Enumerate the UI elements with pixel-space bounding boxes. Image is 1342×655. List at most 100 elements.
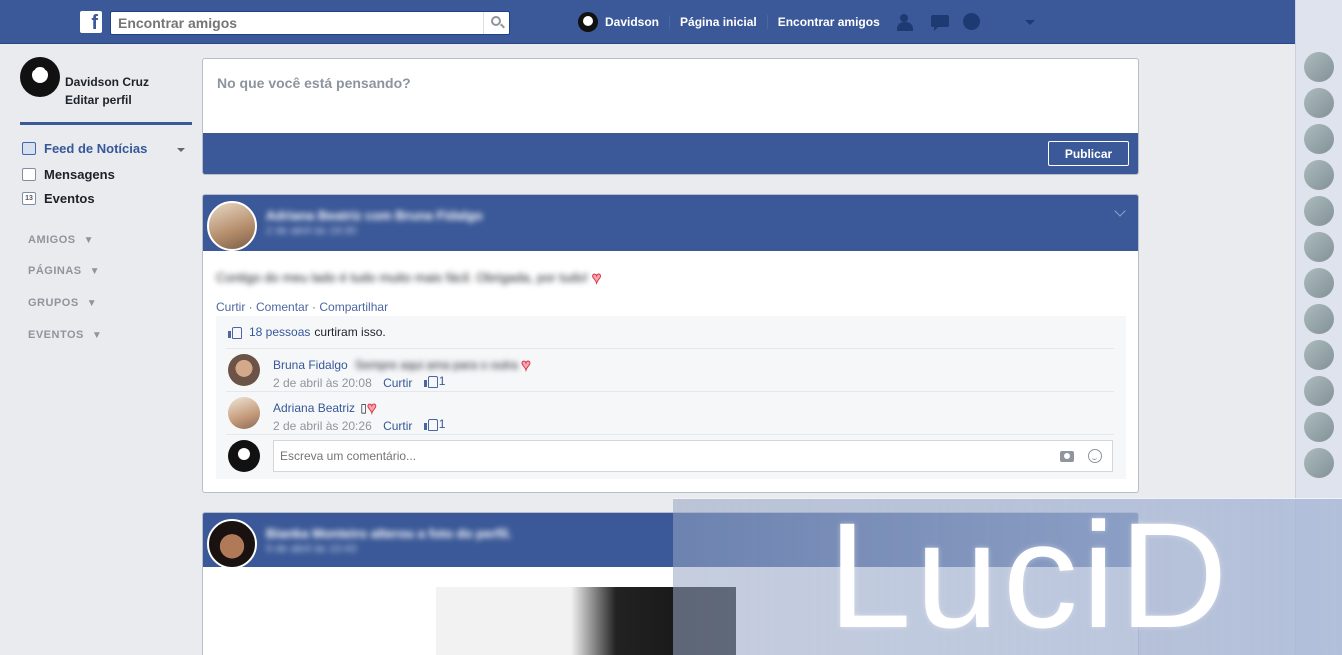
chat-contact-avatar[interactable] xyxy=(1304,268,1334,298)
likes-suffix: curtiram isso. xyxy=(314,325,386,339)
messages-icon xyxy=(22,168,36,181)
chat-contact-avatar[interactable] xyxy=(1304,340,1334,370)
thumbs-up-icon xyxy=(423,418,438,431)
profile-avatar[interactable] xyxy=(20,57,60,97)
watermark-text: LuciD xyxy=(828,491,1232,655)
sidebar-section-events[interactable]: EVENTOS ▼ xyxy=(28,329,102,341)
section-label: AMIGOS xyxy=(28,234,76,246)
friend-requests-icon[interactable] xyxy=(897,12,919,32)
comment-time[interactable]: 2 de abril às 20:08 xyxy=(273,376,372,390)
sidebar-item-label: Mensagens xyxy=(44,167,115,182)
comment-field xyxy=(273,440,1113,472)
news-feed-icon xyxy=(22,142,36,155)
post-author-avatar[interactable] xyxy=(207,519,257,569)
composer-toolbar: Publicar xyxy=(203,133,1138,174)
commenter-avatar[interactable] xyxy=(228,354,260,386)
account-menu-chevron-down-icon[interactable] xyxy=(1025,20,1035,25)
comment-like-link[interactable]: Curtir xyxy=(383,376,412,390)
messages-icon[interactable] xyxy=(929,12,951,32)
post-author-avatar[interactable] xyxy=(207,201,257,251)
user-avatar[interactable] xyxy=(578,12,598,32)
comment-text: ▯ xyxy=(360,401,367,415)
section-label: GRUPOS xyxy=(28,297,79,309)
commenter-avatar[interactable] xyxy=(228,397,260,429)
section-label: EVENTOS xyxy=(28,329,84,341)
commenter-name[interactable]: Bruna Fidalgo xyxy=(273,358,348,372)
sidebar-item-news-feed[interactable]: Feed de Notícias xyxy=(22,141,147,156)
post-timestamp[interactable]: 9 de abril às 10:43 xyxy=(266,543,357,555)
my-avatar[interactable] xyxy=(228,440,260,472)
sidebar-section-friends[interactable]: AMIGOS ▼ xyxy=(28,234,94,246)
heart-icon: ♥ xyxy=(521,357,531,375)
post-actions: Curtir · Comentar · Compartilhar xyxy=(216,300,388,314)
post-header: Adriana Beatriz com Bruna Fidalgo 2 de a… xyxy=(203,195,1138,251)
comment-like-link[interactable]: Curtir xyxy=(383,419,412,433)
chat-contact-avatar[interactable] xyxy=(1304,52,1334,82)
likes-count-link[interactable]: 18 pessoas xyxy=(249,325,310,339)
sidebar-item-messages[interactable]: Mensagens xyxy=(22,167,115,182)
comment-input[interactable] xyxy=(274,441,1034,471)
separator: · xyxy=(308,300,320,314)
chat-contact-avatar[interactable] xyxy=(1304,412,1334,442)
likes-summary: 18 pessoas curtiram isso. xyxy=(228,325,386,339)
sidebar-section-groups[interactable]: GRUPOS ▼ xyxy=(28,297,97,309)
post-author-name[interactable]: Adriana Beatriz com Bruna Fidalgo xyxy=(266,208,483,223)
composer-input[interactable]: No que você está pensando? xyxy=(217,75,411,91)
home-link[interactable]: Página inicial xyxy=(680,15,757,29)
chat-contact-avatar[interactable] xyxy=(1304,88,1334,118)
chat-contact-avatar[interactable] xyxy=(1304,160,1334,190)
nav-divider xyxy=(766,15,768,29)
feed-post: Adriana Beatriz com Bruna Fidalgo 2 de a… xyxy=(202,194,1139,493)
publish-button[interactable]: Publicar xyxy=(1048,141,1129,166)
post-timestamp[interactable]: 2 de abril às 19:30 xyxy=(266,225,357,237)
search-icon[interactable] xyxy=(483,12,509,34)
chat-contact-avatar[interactable] xyxy=(1304,376,1334,406)
commenter-name[interactable]: Adriana Beatriz xyxy=(273,401,355,415)
sidebar-profile[interactable]: Davidson Cruz Editar perfil xyxy=(20,57,149,109)
comment-link[interactable]: Comentar xyxy=(256,300,309,314)
notifications-globe-icon[interactable] xyxy=(961,12,983,32)
camera-icon[interactable] xyxy=(1060,451,1074,462)
sidebar-item-label: Feed de Notícias xyxy=(44,141,148,156)
share-link[interactable]: Compartilhar xyxy=(319,300,388,314)
sidebar-item-label: Eventos xyxy=(44,191,95,206)
chat-contact-avatar[interactable] xyxy=(1304,304,1334,334)
post-author-name[interactable]: Bianka Monteiro alterou a foto do perfil… xyxy=(266,526,512,541)
facebook-logo-icon[interactable]: f xyxy=(80,11,102,33)
sidebar-section-pages[interactable]: PÁGINAS ▼ xyxy=(28,265,100,277)
divider xyxy=(226,391,1114,392)
notification-icons xyxy=(897,12,983,32)
chat-contact-avatar[interactable] xyxy=(1304,448,1334,478)
watermark-overlay: LuciD xyxy=(673,491,1342,655)
chat-contact-avatar[interactable] xyxy=(1304,196,1334,226)
sidebar-item-events[interactable]: 13 Eventos xyxy=(22,191,95,206)
triangle-down-icon: ▼ xyxy=(89,266,101,277)
divider xyxy=(226,434,1114,435)
calendar-icon: 13 xyxy=(22,192,36,205)
thumbs-up-icon xyxy=(228,326,242,339)
post-options-chevron-down-icon[interactable] xyxy=(1114,205,1126,217)
top-navigation-bar: f Davidson Página inicial Encontrar amig… xyxy=(0,0,1295,44)
search-input[interactable] xyxy=(111,12,471,34)
comment-like-count[interactable]: 1 xyxy=(423,417,445,431)
news-feed-options-chevron-down-icon[interactable] xyxy=(177,148,185,152)
edit-profile-link[interactable]: Editar perfil xyxy=(65,91,149,109)
nav-divider xyxy=(669,15,671,29)
section-label: PÁGINAS xyxy=(28,265,82,277)
profile-name[interactable]: Davidson Cruz xyxy=(65,73,149,91)
profile-link[interactable]: Davidson xyxy=(605,15,659,29)
chat-contact-avatar[interactable] xyxy=(1304,124,1334,154)
emoji-icon[interactable] xyxy=(1088,449,1102,463)
chat-contact-avatar[interactable] xyxy=(1304,232,1334,262)
like-count-value: 1 xyxy=(438,374,446,388)
top-nav-links: Davidson Página inicial Encontrar amigos xyxy=(578,0,880,44)
triangle-down-icon: ▼ xyxy=(91,330,103,341)
find-friends-link[interactable]: Encontrar amigos xyxy=(778,15,880,29)
status-composer: No que você está pensando? Publicar xyxy=(202,58,1139,175)
like-link[interactable]: Curtir xyxy=(216,300,245,314)
comment-time[interactable]: 2 de abril às 20:26 xyxy=(273,419,372,433)
post-text: Contigo do meu lado é tudo muito mais fá… xyxy=(216,270,589,285)
triangle-down-icon: ▼ xyxy=(83,235,95,246)
sidebar-divider xyxy=(20,122,192,125)
comment-like-count[interactable]: 1 xyxy=(423,374,446,388)
